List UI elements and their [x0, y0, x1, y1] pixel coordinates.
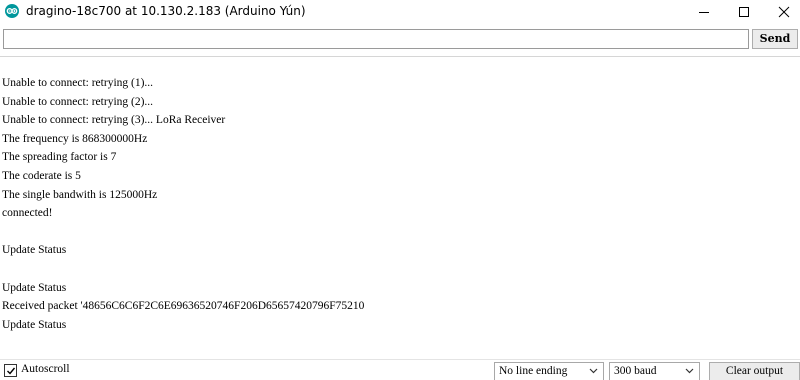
chevron-down-icon [685, 368, 694, 374]
arduino-icon [5, 4, 19, 18]
console-line: Unable to connect: retrying (3)... LoRa … [2, 114, 226, 127]
autoscroll-checkbox[interactable] [4, 364, 17, 377]
window-title: dragino-18c700 at 10.130.2.183 (Arduino … [26, 4, 306, 18]
console-line: The spreading factor is 7 [2, 151, 117, 164]
maximize-icon [739, 7, 749, 17]
send-button[interactable]: Send [752, 29, 798, 49]
minimize-button[interactable] [684, 0, 724, 24]
serial-output[interactable]: Unable to connect: retrying (1)... Unable… [0, 74, 800, 354]
console-line: The single bandwith is 125000Hz [2, 188, 158, 201]
console-line: Update Status [2, 318, 67, 331]
close-icon [778, 6, 790, 18]
console-line: The frequency is 868300000Hz [2, 132, 148, 145]
console-line: Received packet '48656C6C6F2C6E696365207… [2, 300, 365, 313]
close-button[interactable] [764, 0, 800, 24]
line-ending-value: No line ending [499, 365, 568, 377]
chevron-down-icon [589, 368, 598, 374]
line-ending-select[interactable]: No line ending [494, 362, 604, 380]
minimize-icon [699, 12, 709, 13]
console-line: Update Status [2, 281, 67, 294]
console-line: Unable to connect: retrying (2)... [2, 95, 154, 108]
status-bar: Autoscroll No line ending 300 baud Clear… [0, 359, 800, 380]
baud-rate-value: 300 baud [614, 365, 657, 377]
send-bar: Send [0, 26, 800, 54]
autoscroll-label: Autoscroll [21, 363, 70, 375]
checkmark-icon [7, 367, 16, 375]
baud-rate-select[interactable]: 300 baud [609, 362, 700, 380]
console-line: Unable to connect: retrying (1)... [2, 77, 154, 89]
clear-output-button[interactable]: Clear output [709, 362, 800, 380]
console-line: Update Status [2, 244, 67, 257]
message-input[interactable] [3, 29, 749, 49]
console-line: connected! [2, 207, 53, 220]
title-bar: dragino-18c700 at 10.130.2.183 (Arduino … [0, 0, 800, 24]
maximize-button[interactable] [724, 0, 764, 24]
divider [0, 56, 800, 57]
console-line: The coderate is 5 [2, 169, 81, 182]
